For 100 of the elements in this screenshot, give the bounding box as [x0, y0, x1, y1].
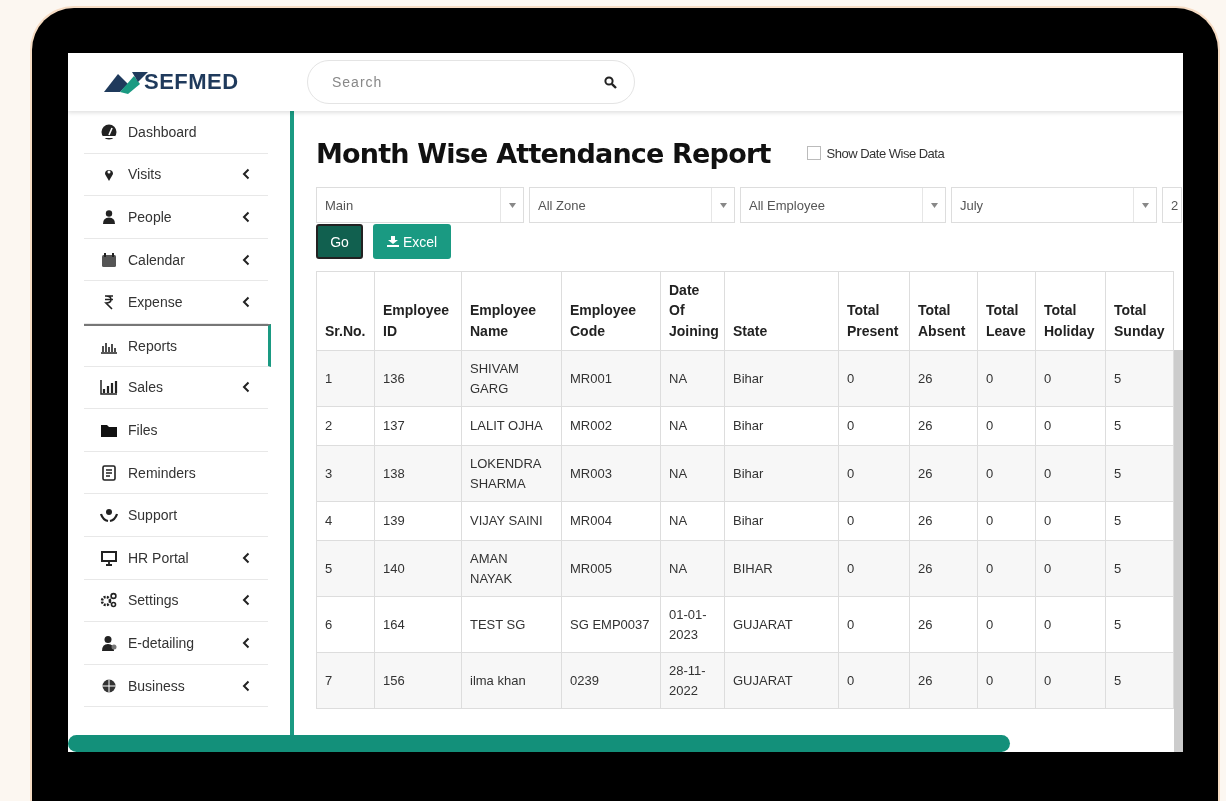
- table-cell: 5: [1105, 540, 1174, 597]
- table-cell: 26: [909, 596, 978, 653]
- sidebar-item[interactable]: People: [84, 196, 268, 239]
- search-icon: [604, 76, 617, 89]
- table-cell: NA: [660, 540, 725, 597]
- chevron-icon: [242, 253, 250, 266]
- person-icon: [100, 209, 118, 225]
- table-cell: 0: [1035, 652, 1106, 709]
- dropdown[interactable]: Main: [316, 187, 524, 223]
- sidebar-item[interactable]: Dashboard: [84, 111, 268, 154]
- checkbox[interactable]: [806, 146, 821, 160]
- table-cell: 5: [1105, 350, 1174, 407]
- sidebar-item[interactable]: Visits: [84, 153, 268, 197]
- chart-icon: [100, 379, 118, 396]
- table-cell: 28-11-2022: [660, 652, 725, 709]
- sidebar-item[interactable]: Business: [84, 664, 268, 708]
- table-cell: BIHAR: [724, 540, 839, 597]
- table-cell: GUJARAT: [724, 596, 839, 653]
- column-header: Total Sunday: [1105, 271, 1174, 351]
- chevron-icon: [242, 296, 250, 309]
- column-header: Employee Code: [561, 271, 661, 351]
- chevron-icon: [242, 636, 250, 649]
- table-cell: 5: [1105, 445, 1174, 502]
- excel-button[interactable]: Excel: [373, 224, 451, 259]
- table-cell: 2: [316, 406, 375, 446]
- column-header: Total Present: [838, 271, 910, 351]
- sidebar-item[interactable]: Settings: [84, 579, 268, 623]
- monitor-icon: [100, 549, 118, 566]
- chevron-icon: [242, 679, 250, 692]
- table-cell: 26: [909, 652, 978, 709]
- table-cell: 0: [977, 501, 1036, 541]
- table-cell: 0: [977, 350, 1036, 407]
- table-cell: 5: [1105, 501, 1174, 541]
- table-cell: 5: [1105, 406, 1174, 446]
- sidebar-item[interactable]: E-detailing: [84, 622, 268, 665]
- scrollbar[interactable]: [68, 735, 1010, 752]
- column-header: Total Leave: [977, 271, 1036, 351]
- go-button[interactable]: Go: [316, 224, 363, 259]
- chevron-icon: [242, 168, 250, 181]
- dropdown[interactable]: 2: [1162, 187, 1182, 223]
- sidebar-item[interactable]: Files: [84, 409, 268, 452]
- column-header: Sr.No.: [316, 271, 375, 351]
- table-cell: 0: [977, 445, 1036, 502]
- table-cell: LALIT OJHA: [461, 406, 562, 446]
- sidebar-item[interactable]: Reminders: [84, 451, 268, 495]
- sidebar-item[interactable]: Reports: [84, 323, 271, 367]
- table-cell: Bihar: [724, 406, 839, 446]
- table-cell: 139: [374, 501, 462, 541]
- table-cell: 0: [1035, 350, 1106, 407]
- table-cell: 4: [316, 501, 375, 541]
- table-cell: 0: [977, 540, 1036, 597]
- table-cell: 26: [909, 406, 978, 446]
- table-cell: Bihar: [724, 445, 839, 502]
- caret-icon: [719, 202, 727, 208]
- checkbox-label: Show Date Wise Data: [826, 145, 945, 161]
- chevron-icon: [242, 551, 250, 564]
- dashboard-icon: [100, 123, 118, 140]
- table-cell: Bihar: [724, 501, 839, 541]
- table-cell: 0: [977, 596, 1036, 653]
- table-cell: NA: [660, 501, 725, 541]
- user-icon: [100, 634, 118, 651]
- chevron-icon: [242, 594, 250, 607]
- table-cell: 0: [838, 596, 910, 653]
- table-cell: 5: [316, 540, 375, 597]
- sidebar-item[interactable]: Expense: [84, 281, 268, 324]
- dropdown[interactable]: July: [951, 187, 1157, 223]
- table-cell: 0: [838, 445, 910, 502]
- column-header: Date Of Joining: [660, 271, 725, 351]
- sidebar-item[interactable]: Sales: [84, 366, 268, 410]
- table-cell: MR001: [561, 350, 661, 407]
- logo-text: SEFMED: [144, 69, 239, 95]
- table-cell: 6: [316, 596, 375, 653]
- table-cell: 136: [374, 350, 462, 407]
- sidebar-item[interactable]: HR Portal: [84, 536, 268, 580]
- sidebar-item[interactable]: Calendar: [84, 238, 268, 282]
- table-cell: SG EMP0037: [561, 596, 661, 653]
- table-cell: 0: [1035, 596, 1106, 653]
- table-cell: SHIVAM GARG: [461, 350, 562, 407]
- table-cell: 164: [374, 596, 462, 653]
- table-cell: TEST SG: [461, 596, 562, 653]
- search-field[interactable]: Search: [307, 60, 635, 104]
- table-cell: 156: [374, 652, 462, 709]
- sidebar-item[interactable]: Support: [84, 494, 268, 537]
- table-cell: 140: [374, 540, 462, 597]
- table-cell: MR003: [561, 445, 661, 502]
- clipboard-icon: [100, 464, 118, 481]
- dropdown[interactable]: All Employee: [740, 187, 946, 223]
- table-cell: NA: [660, 350, 725, 407]
- table-cell: ilma khan: [461, 652, 562, 709]
- caret-icon: [508, 202, 516, 208]
- table-cell: VIJAY SAINI: [461, 501, 562, 541]
- table-cell: 1: [316, 350, 375, 407]
- table-cell: 5: [1105, 596, 1174, 653]
- table-cell: MR002: [561, 406, 661, 446]
- dropdown[interactable]: All Zone: [529, 187, 735, 223]
- table-cell: 0: [977, 652, 1036, 709]
- calendar-icon: [100, 251, 118, 268]
- caret-icon: [1141, 202, 1149, 208]
- table-cell: 0: [838, 406, 910, 446]
- table-cell: GUJARAT: [724, 652, 839, 709]
